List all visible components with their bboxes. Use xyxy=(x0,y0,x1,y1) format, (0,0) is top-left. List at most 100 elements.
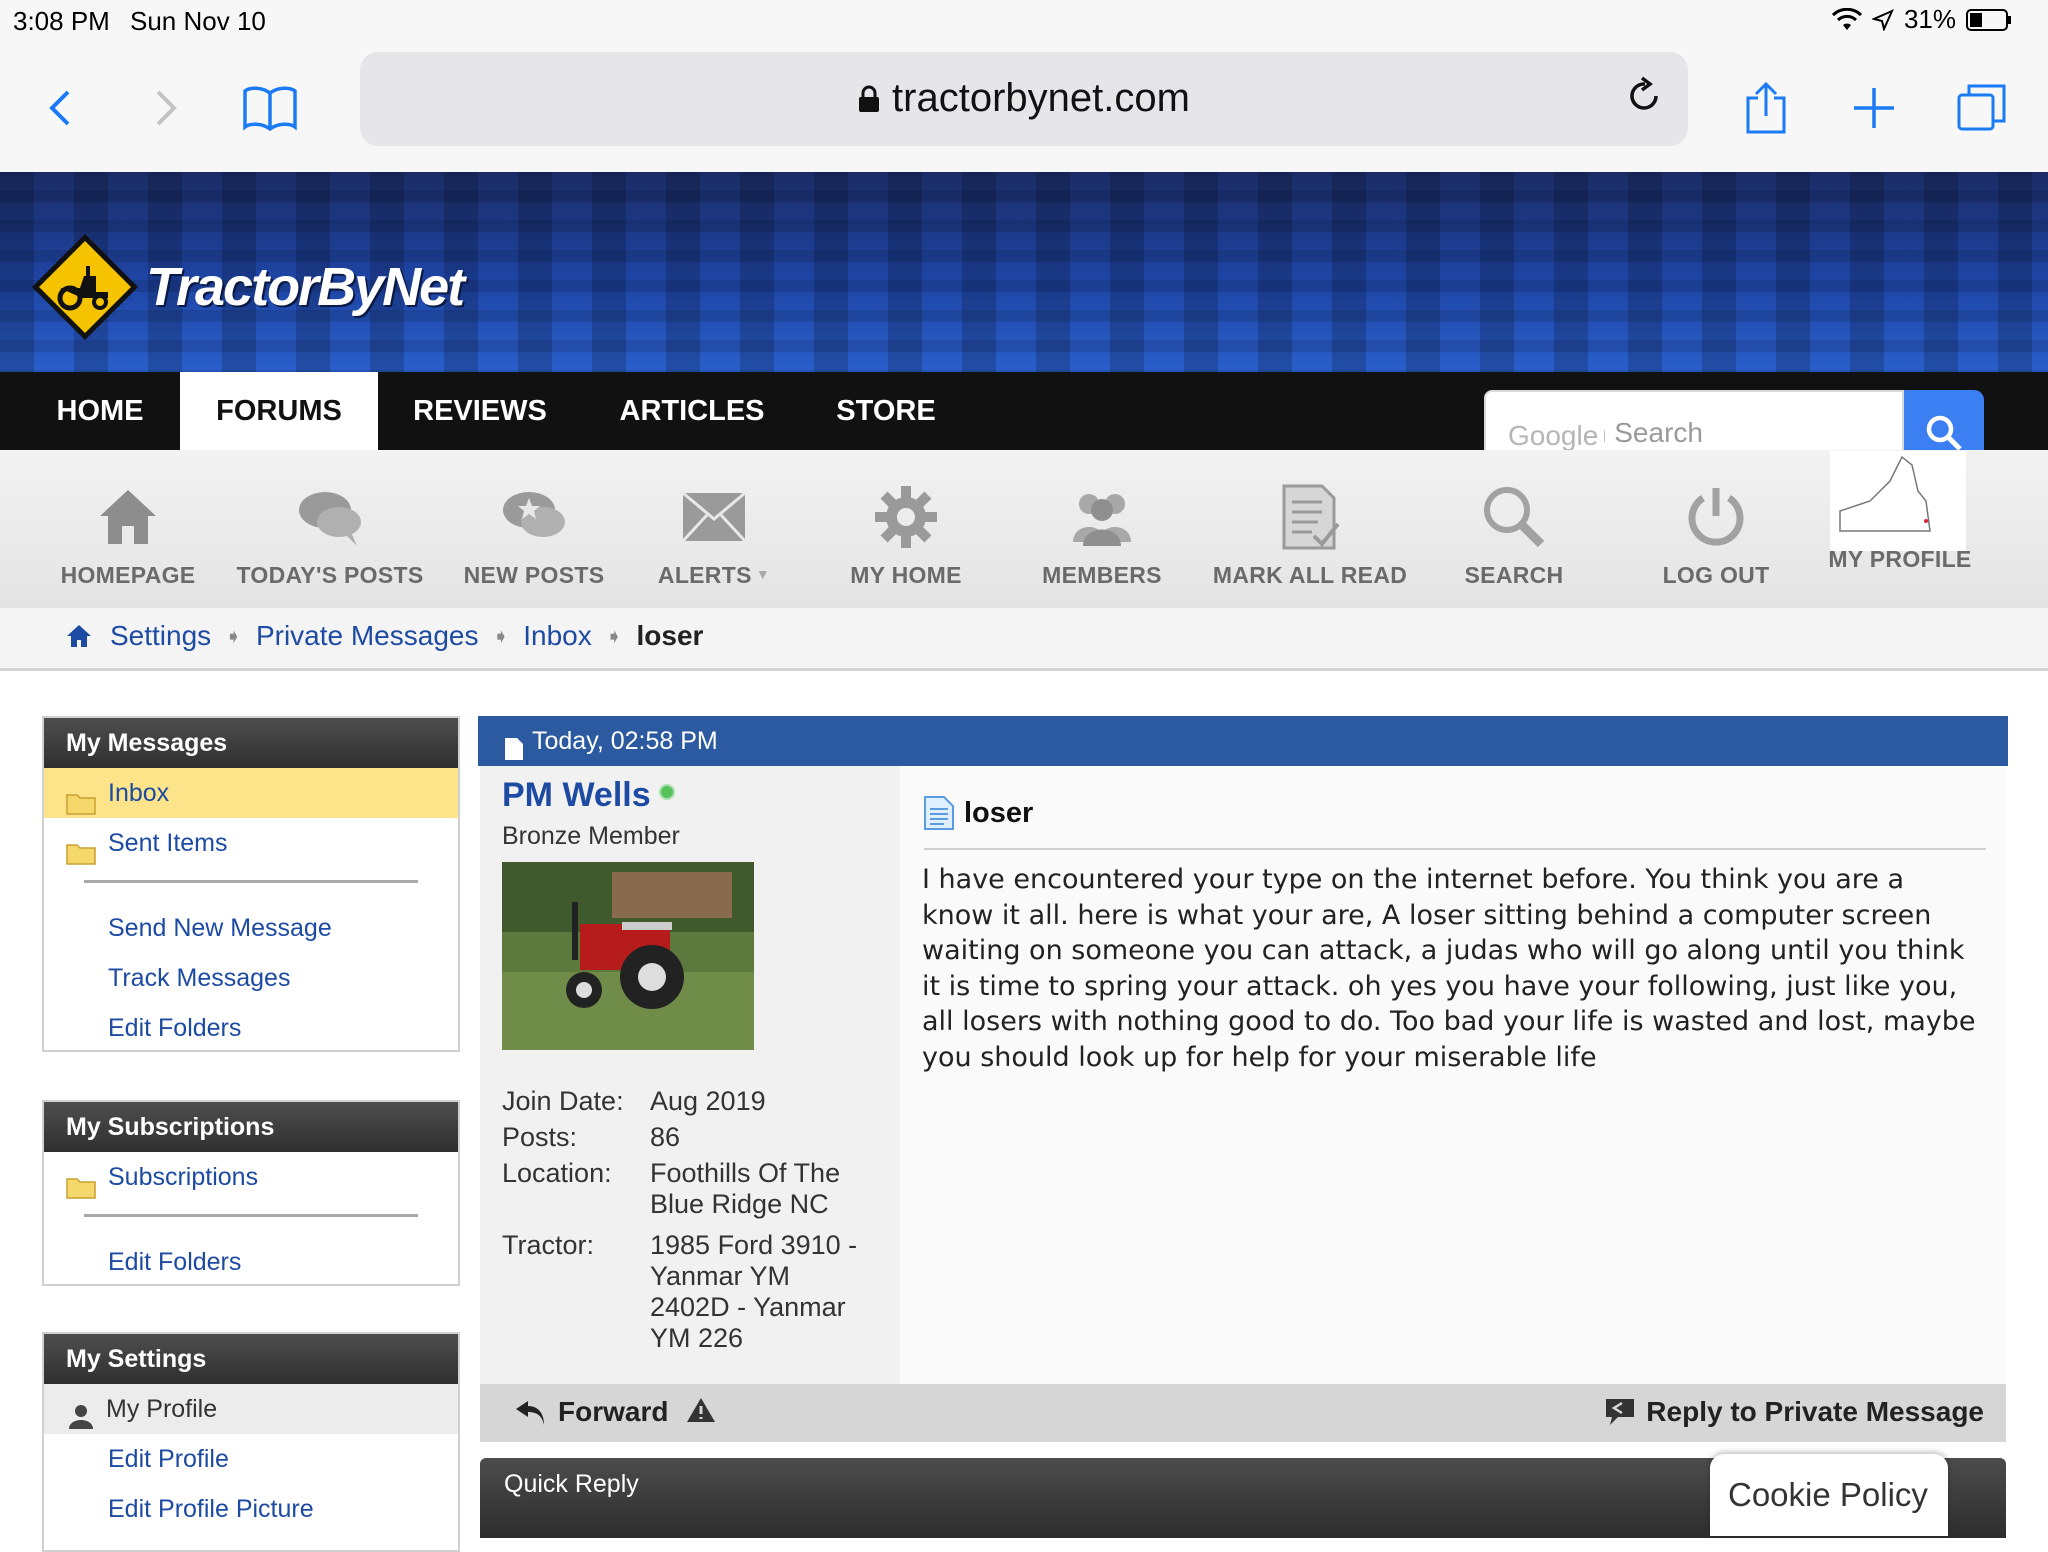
forward-button[interactable] xyxy=(136,78,196,138)
message-timestamp: Today, 02:58 PM xyxy=(532,727,718,755)
magnifier-icon xyxy=(1484,487,1545,548)
author-name[interactable]: PM Wells xyxy=(502,776,675,815)
sidebar-divider xyxy=(84,1214,418,1217)
forward-arrow-icon xyxy=(516,1401,544,1425)
sidebar-item-my-profile[interactable]: My Profile xyxy=(44,1384,458,1434)
sidebar-edit-folders[interactable]: Edit Folders xyxy=(44,1003,458,1053)
speech-bubble-icon xyxy=(299,492,361,546)
breadcrumb-separator-icon: ➧ xyxy=(605,625,623,648)
report-warning-icon[interactable] xyxy=(686,1396,716,1429)
nav-home[interactable]: HOME xyxy=(26,372,174,450)
star-bubble-icon xyxy=(503,492,565,537)
message-doc-icon xyxy=(924,796,954,830)
toolbar-label: MY HOME xyxy=(850,562,962,588)
my-subscriptions-box: My Subscriptions Subscriptions Edit Fold… xyxy=(42,1100,460,1286)
chevron-right-icon xyxy=(156,90,177,126)
members-icon xyxy=(1073,494,1131,546)
sidebar-send-new-message[interactable]: Send New Message xyxy=(44,903,458,953)
toolbar-members[interactable]: MEMBERS xyxy=(1002,482,1202,589)
power-icon xyxy=(1688,488,1744,546)
status-bar: 3:08 PM Sun Nov 10 31% xyxy=(0,0,2048,40)
sidebar-track-messages[interactable]: Track Messages xyxy=(44,953,458,1003)
toolbar-search[interactable]: SEARCH xyxy=(1414,482,1614,589)
online-status-icon xyxy=(658,784,675,800)
tabs-icon xyxy=(1957,84,2006,131)
reload-button[interactable] xyxy=(1628,76,1662,119)
toolbar-mark-all-read[interactable]: MARK ALL READ xyxy=(1210,482,1410,589)
subject-divider xyxy=(924,848,1986,850)
toolbar-my-profile[interactable]: MY PROFILE xyxy=(1800,451,2000,573)
book-icon xyxy=(243,86,297,131)
folder-icon xyxy=(66,1166,96,1216)
message-body: I have encountered your type on the inte… xyxy=(922,864,1976,1073)
forward-button[interactable]: Forward xyxy=(514,1396,668,1428)
my-settings-title: My Settings xyxy=(44,1334,458,1384)
cookie-policy-tab[interactable]: Cookie Policy xyxy=(1710,1454,1948,1536)
toolbar-label: MARK ALL READ xyxy=(1212,562,1408,588)
message-actions: Forward Reply to Private Message xyxy=(480,1384,2006,1442)
breadcrumb: Settings ➧ Private Messages ➧ Inbox ➧ lo… xyxy=(0,608,2048,671)
toolbar-label: HOMEPAGE xyxy=(60,562,196,588)
sidebar-edit-profile[interactable]: Edit Profile xyxy=(44,1434,458,1484)
toolbar-label: MY PROFILE xyxy=(1828,546,1972,572)
my-messages-box: My Messages Inbox Sent Items Send New Me… xyxy=(42,716,460,1052)
breadcrumb-inbox[interactable]: Inbox xyxy=(523,620,592,652)
url-text: tractorbynet.com xyxy=(892,76,1190,120)
nav-articles[interactable]: ARTICLES xyxy=(604,372,780,450)
home-icon[interactable] xyxy=(66,623,92,649)
toolbar-label: SEARCH xyxy=(1464,562,1564,588)
toolbar-log-out[interactable]: LOG OUT xyxy=(1616,482,1816,589)
url-display: tractorbynet.com xyxy=(360,76,1688,123)
toolbar-alerts[interactable]: ALERTS ▼ xyxy=(614,482,814,589)
lock-icon xyxy=(858,78,880,123)
forum-toolbar: HOMEPAGE TODAY'S POSTS NEW POSTS ALERTS … xyxy=(0,450,2048,609)
share-icon xyxy=(1746,82,1786,134)
new-tab-button[interactable] xyxy=(1844,78,1904,138)
user-rank: Bronze Member xyxy=(502,822,680,850)
folder-icon xyxy=(66,832,96,882)
envelope-icon xyxy=(681,491,747,543)
plus-icon xyxy=(1854,88,1894,128)
toolbar-label: MEMBERS xyxy=(1042,562,1162,588)
nav-forums[interactable]: FORUMS xyxy=(180,372,378,450)
toolbar-my-home[interactable]: MY HOME xyxy=(806,482,1006,589)
status-date: Sun Nov 10 xyxy=(130,6,266,36)
house-icon xyxy=(100,490,156,544)
gear-icon xyxy=(875,486,937,548)
map-icon xyxy=(1830,451,1966,551)
reply-bubble-icon xyxy=(1606,1399,1635,1425)
sidebar-divider xyxy=(84,880,418,883)
sidebar-edit-profile-picture[interactable]: Edit Profile Picture xyxy=(44,1484,458,1534)
wifi-icon xyxy=(1831,7,1862,30)
breadcrumb-settings[interactable]: Settings xyxy=(110,620,211,652)
location-arrow-icon xyxy=(1871,8,1894,31)
address-bar[interactable]: tractorbynet.com xyxy=(360,52,1688,146)
reply-button[interactable]: Reply to Private Message xyxy=(1604,1396,1984,1428)
toolbar-homepage[interactable]: HOMEPAGE xyxy=(28,482,228,589)
google-brand-label: Google xyxy=(1508,420,1605,452)
cookie-policy-label: Cookie Policy xyxy=(1728,1476,1928,1513)
nav-reviews[interactable]: REVIEWS xyxy=(398,372,562,450)
toolbar-new-posts[interactable]: NEW POSTS xyxy=(434,482,634,589)
breadcrumb-private-messages[interactable]: Private Messages xyxy=(256,620,479,652)
breadcrumb-current: loser xyxy=(636,620,704,651)
nav-store[interactable]: STORE xyxy=(818,372,954,450)
sidebar-item-sent-items[interactable]: Sent Items xyxy=(44,818,458,868)
back-button[interactable] xyxy=(30,78,90,138)
user-avatar[interactable] xyxy=(502,862,754,1050)
quick-reply-title: Quick Reply xyxy=(504,1470,639,1498)
message-header: Today, 02:58 PM xyxy=(478,716,2008,766)
toolbar-todays-posts[interactable]: TODAY'S POSTS xyxy=(230,482,430,589)
sidebar-item-subscriptions[interactable]: Subscriptions xyxy=(44,1152,458,1202)
tabs-button[interactable] xyxy=(1952,78,2012,138)
site-logo[interactable]: TractorByNet xyxy=(30,232,465,342)
sidebar-edit-folders-subs[interactable]: Edit Folders xyxy=(44,1237,458,1287)
logo-wordmark: TractorByNet xyxy=(146,257,465,317)
breadcrumb-separator-icon: ➧ xyxy=(225,625,242,648)
share-button[interactable] xyxy=(1736,78,1796,138)
status-right: 31% xyxy=(1831,4,2012,35)
bookmarks-button[interactable] xyxy=(238,78,302,138)
battery-icon xyxy=(1966,8,2011,31)
sidebar-item-inbox[interactable]: Inbox xyxy=(44,768,458,818)
toolbar-label: NEW POSTS xyxy=(463,562,605,588)
